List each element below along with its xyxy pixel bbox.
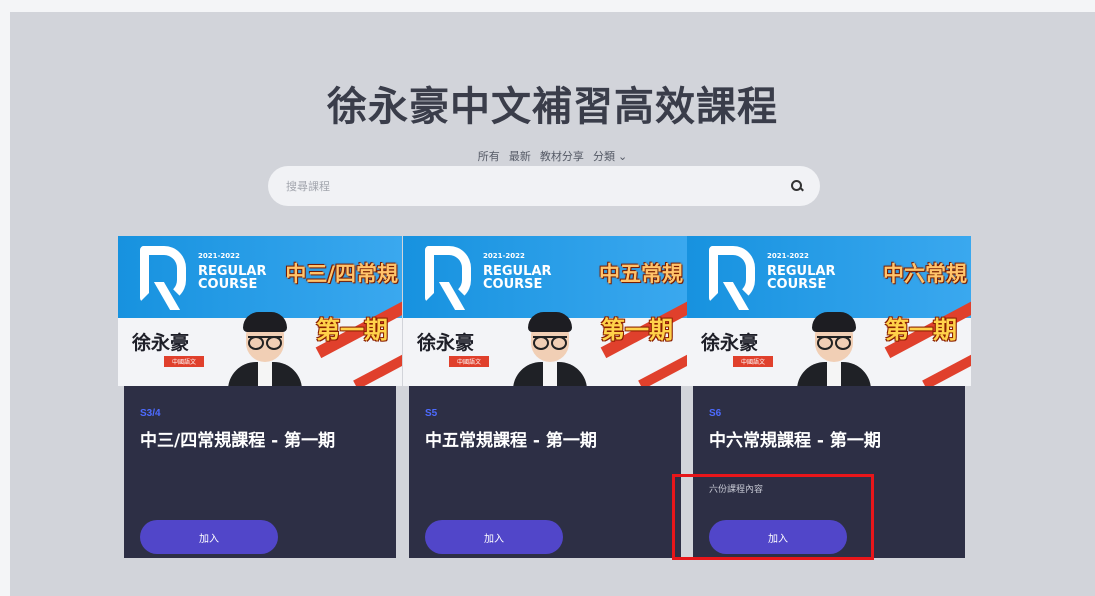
course-title[interactable]: 中六常規課程 - 第一期 [709,426,881,451]
banner-period: 第一期 [316,316,388,344]
banner-period: 第一期 [885,316,957,344]
banner-period: 第一期 [601,316,673,344]
banner-stripe [353,352,402,386]
course-banner-image: 2021-2022 REGULAR COURSE 中六常規 第一期 徐永豪 中國… [687,236,971,386]
course-info: 六份課程內容 [709,485,764,495]
course-code: S6 [709,408,722,419]
banner-subject: 中國語文 [733,356,774,367]
page-background: 徐永豪中文補習高效課程 所有 最新 教材分享 分類 ⌄ 2021-2022 RE… [10,12,1095,596]
course-banner-image: 2021-2022 REGULAR COURSE 中五常規 第一期 徐永豪 中國… [403,236,687,386]
banner-stripe [638,352,687,386]
banner-regular-course: 2021-2022 REGULAR COURSE [483,250,551,291]
course-title[interactable]: 中三/四常規課程 - 第一期 [140,426,335,451]
teacher-photo [797,312,871,386]
banner-level: 中三/四常規 [285,262,398,286]
course-code: S3/4 [140,408,161,419]
search-bar [268,166,820,206]
banner-course: COURSE [483,277,543,292]
join-button[interactable]: 加入 [140,520,278,554]
filter-bar: 所有 最新 教材分享 分類 ⌄ [10,148,1095,164]
course-card-s3-4[interactable]: 2021-2022 REGULAR COURSE 中三/四常規 第一期 徐永豪 … [118,236,402,558]
join-button[interactable]: 加入 [425,520,563,554]
course-banner-image: 2021-2022 REGULAR COURSE 中三/四常規 第一期 徐永豪 … [118,236,402,386]
banner-course: COURSE [198,277,258,292]
banner-year: 2021-2022 [198,252,240,260]
course-card-s6[interactable]: 2021-2022 REGULAR COURSE 中六常規 第一期 徐永豪 中國… [687,236,971,558]
search-input[interactable] [286,179,790,193]
banner-year: 2021-2022 [483,252,525,260]
filter-materials[interactable]: 教材分享 [540,151,584,163]
banner-regular-course: 2021-2022 REGULAR COURSE [198,250,266,291]
join-button[interactable]: 加入 [709,520,847,554]
course-title[interactable]: 中五常規課程 - 第一期 [425,426,597,451]
banner-year: 2021-2022 [767,252,809,260]
filter-all[interactable]: 所有 [478,151,500,163]
banner-teacher-name: 徐永豪 [701,332,759,354]
banner-teacher-name: 徐永豪 [132,332,190,354]
banner-level: 中五常規 [599,262,683,286]
filter-category-dropdown[interactable]: 分類 ⌄ [593,151,627,163]
banner-teacher-name: 徐永豪 [417,332,475,354]
search-icon[interactable] [790,179,804,193]
banner-subject: 中國語文 [164,356,205,367]
banner-regular-course: 2021-2022 REGULAR COURSE [767,250,835,291]
banner-subject: 中國語文 [449,356,490,367]
banner-stripe [922,352,971,386]
course-card-s5[interactable]: 2021-2022 REGULAR COURSE 中五常規 第一期 徐永豪 中國… [403,236,687,558]
course-code: S5 [425,408,438,419]
page-title: 徐永豪中文補習高效課程 [327,84,778,130]
teacher-photo [228,312,302,386]
filter-latest[interactable]: 最新 [509,151,531,163]
teacher-photo [513,312,587,386]
banner-course: COURSE [767,277,827,292]
banner-level: 中六常規 [883,262,967,286]
